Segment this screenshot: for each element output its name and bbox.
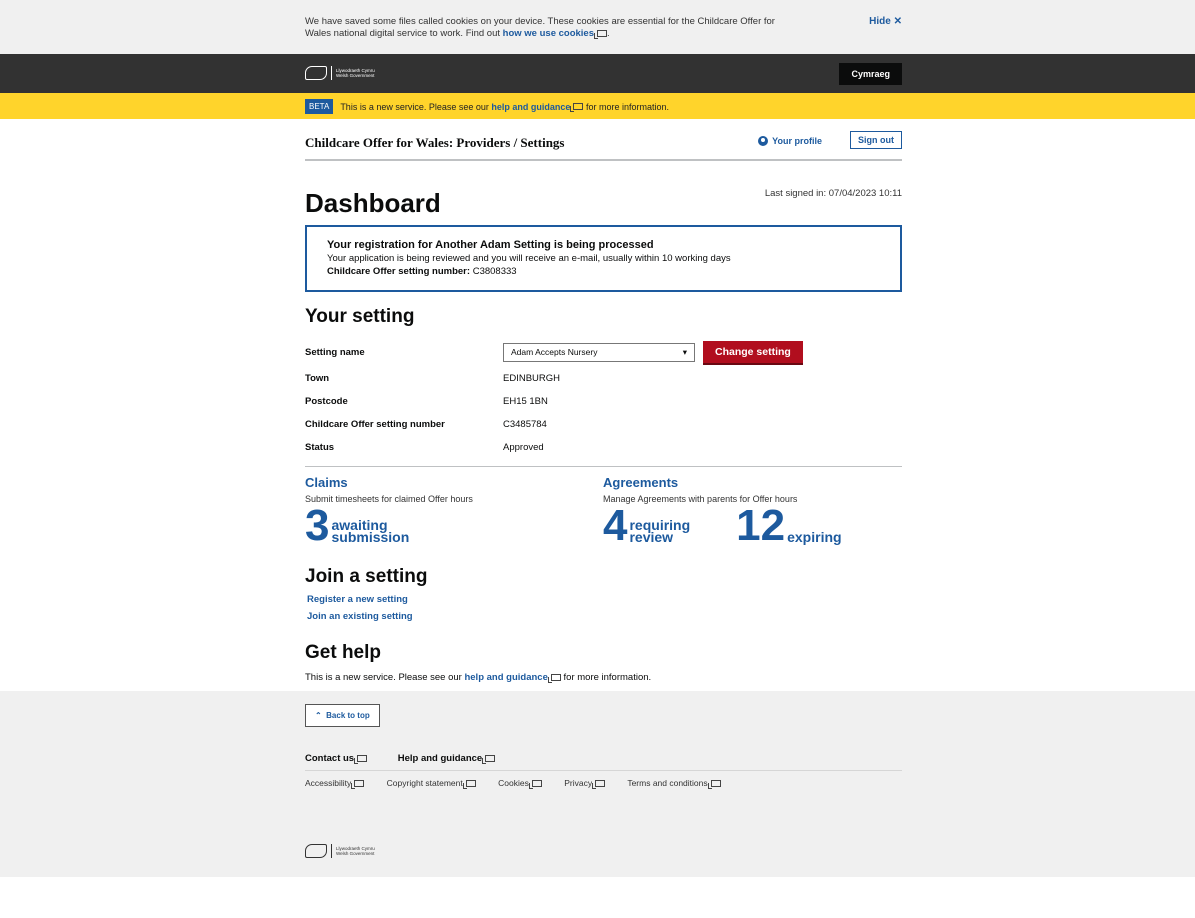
agreements-requiring-review[interactable]: 4 requiring review xyxy=(603,504,690,548)
external-link-icon xyxy=(351,780,365,789)
agreements-card: Agreements Manage Agreements with parent… xyxy=(603,475,901,548)
join-existing-setting-link[interactable]: Join an existing setting xyxy=(307,611,902,622)
claims-awaiting-submission[interactable]: 3 awaiting submission xyxy=(305,504,409,548)
government-header: Llywodraeth Cymru Welsh Government Cymra… xyxy=(0,54,1195,93)
user-icon xyxy=(758,136,769,146)
external-link-icon xyxy=(547,674,561,683)
external-link-icon xyxy=(570,103,584,112)
sign-out-button[interactable]: Sign out xyxy=(850,131,902,149)
registration-notice: Your registration for Another Adam Setti… xyxy=(305,225,902,292)
dropdown-arrow-icon: ▾ xyxy=(682,346,687,357)
chevron-up-icon: ⌃ xyxy=(315,711,322,720)
footer-accessibility-link[interactable]: Accessibility xyxy=(305,778,351,788)
footer: Contact us Help and guidance Accessibili… xyxy=(0,742,1195,877)
detail-row: Childcare Offer setting number C3485784 xyxy=(305,419,547,430)
help-guidance-link[interactable]: help and guidance xyxy=(464,672,547,683)
notice-body: Your application is being reviewed and y… xyxy=(327,253,731,264)
your-setting-section: Your setting Setting name Adam Accepts N… xyxy=(305,306,902,459)
detail-row: Postcode EH15 1BN xyxy=(305,396,548,407)
notice-number-label: Childcare Offer setting number: xyxy=(327,266,471,277)
notice-title: Your registration for Another Adam Setti… xyxy=(327,239,654,251)
page-header: Dashboard Last signed in: 07/04/2023 10:… xyxy=(305,161,902,225)
dragon-icon xyxy=(305,844,327,858)
section-heading-your-setting: Your setting xyxy=(305,306,415,327)
section-heading-help: Get help xyxy=(305,642,382,663)
agreements-link[interactable]: Agreements xyxy=(603,475,678,490)
service-header: Childcare Offer for Wales: Providers / S… xyxy=(305,119,902,161)
cookie-policy-link[interactable]: how we use cookies xyxy=(503,28,594,39)
service-title: Childcare Offer for Wales: Providers / S… xyxy=(305,135,565,150)
back-to-top-button[interactable]: ⌃ Back to top xyxy=(305,704,380,727)
page-title: Dashboard xyxy=(305,188,441,218)
footer-cookies-link[interactable]: Cookies xyxy=(498,778,529,788)
get-help-section: Get help This is a new service. Please s… xyxy=(305,642,902,683)
external-link-icon xyxy=(707,780,721,789)
setting-name-label: Setting name xyxy=(305,346,365,358)
footer-terms-link[interactable]: Terms and conditions xyxy=(627,778,707,788)
claims-description: Submit timesheets for claimed Offer hour… xyxy=(305,494,473,504)
footer-privacy-link[interactable]: Privacy xyxy=(564,778,592,788)
footer-logo: Llywodraeth Cymru Welsh Government xyxy=(305,844,902,858)
detail-row: Town EDINBURGH xyxy=(305,373,561,384)
join-setting-section: Join a setting Register a new setting Jo… xyxy=(305,566,902,622)
back-to-top-band: ⌃ Back to top xyxy=(0,691,1195,742)
your-profile-link[interactable]: Your profile xyxy=(758,136,822,146)
beta-help-link[interactable]: help and guidance xyxy=(491,102,570,112)
setting-number-value: C3485784 xyxy=(503,419,547,430)
beta-text: This is a new service. Please see our xyxy=(340,101,489,112)
change-setting-button[interactable]: Change setting xyxy=(703,341,803,363)
logo-text-english: Welsh Government xyxy=(336,73,375,78)
agreements-expiring[interactable]: 12 expiring xyxy=(736,504,841,548)
external-link-icon xyxy=(482,755,496,764)
section-heading-join: Join a setting xyxy=(305,566,428,587)
town-value: EDINBURGH xyxy=(503,373,561,384)
external-link-icon xyxy=(528,780,542,789)
external-link-icon xyxy=(594,30,607,39)
beta-text-after: for more information. xyxy=(585,101,669,112)
claims-link[interactable]: Claims xyxy=(305,475,348,490)
register-new-setting-link[interactable]: Register a new setting xyxy=(307,594,902,605)
footer-copyright-link[interactable]: Copyright statement xyxy=(387,778,463,788)
external-link-icon xyxy=(354,755,368,764)
last-signed-in: Last signed in: 07/04/2023 10:11 xyxy=(764,188,902,199)
notice-number-value: C3808333 xyxy=(470,266,517,277)
detail-row: Status Approved xyxy=(305,442,544,453)
beta-banner: BETA This is a new service. Please see o… xyxy=(0,93,1195,119)
postcode-value: EH15 1BN xyxy=(503,396,548,407)
beta-tag: BETA xyxy=(305,99,334,114)
footer-contact-link[interactable]: Contact us xyxy=(305,753,354,764)
setting-select[interactable]: Adam Accepts Nursery ▾ xyxy=(503,342,695,362)
external-link-icon xyxy=(462,780,476,789)
dragon-icon xyxy=(305,66,327,80)
divider xyxy=(305,466,902,467)
welsh-government-logo[interactable]: Llywodraeth Cymru Welsh Government xyxy=(305,66,375,80)
external-link-icon xyxy=(592,780,606,789)
cookie-banner: We have saved some files called cookies … xyxy=(0,0,1195,54)
language-toggle-button[interactable]: Cymraeg xyxy=(839,63,902,85)
status-value: Approved xyxy=(503,442,544,453)
footer-help-link[interactable]: Help and guidance xyxy=(398,753,482,764)
claims-card: Claims Submit timesheets for claimed Off… xyxy=(305,475,603,548)
hide-cookie-banner-button[interactable]: Hide ✕ xyxy=(869,16,902,28)
